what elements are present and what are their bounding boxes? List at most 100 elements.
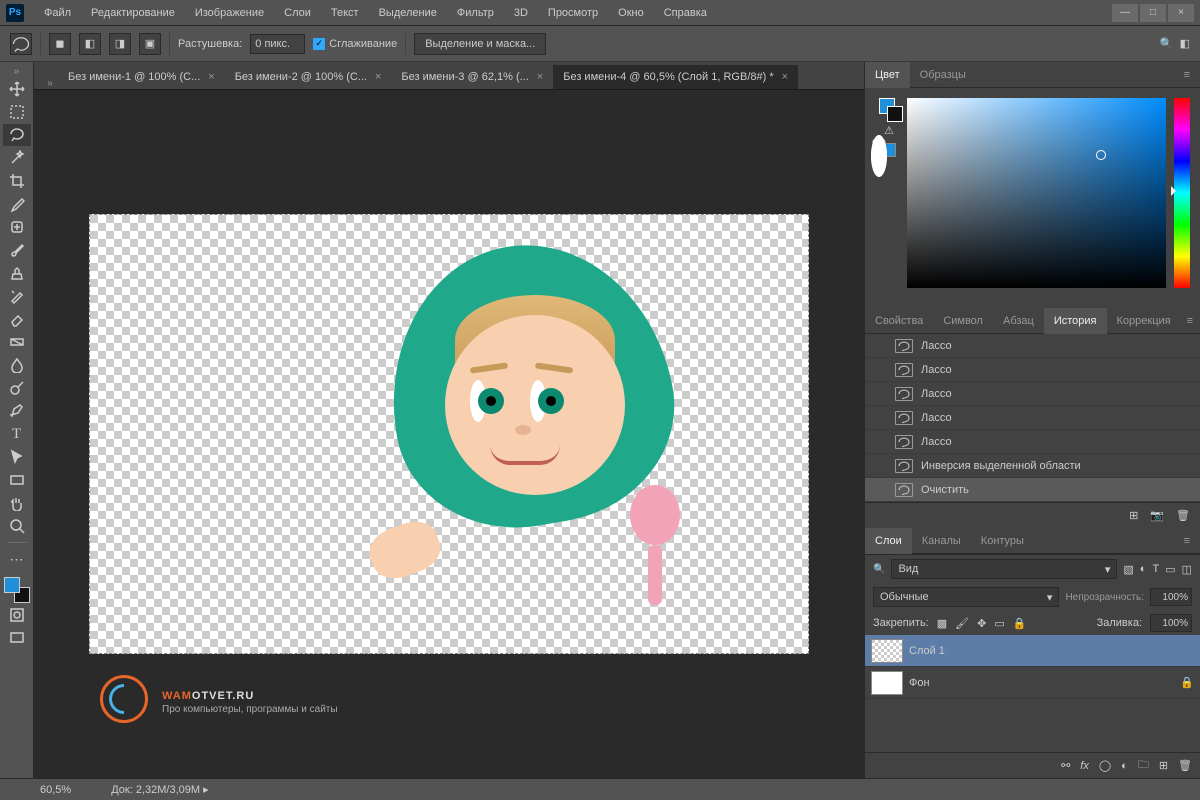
history-step[interactable]: Инверсия выделенной области <box>865 454 1200 478</box>
layer-thumbnail[interactable] <box>871 639 903 663</box>
menu-Слои[interactable]: Слои <box>274 3 321 23</box>
menu-Выделение[interactable]: Выделение <box>369 3 447 23</box>
selection-new-icon[interactable]: ◼ <box>49 33 71 55</box>
antialias-checkbox[interactable]: ✓ <box>313 38 325 50</box>
layer-name[interactable]: Фон <box>909 677 1174 689</box>
layer-name[interactable]: Слой 1 <box>909 645 1194 657</box>
close-tab-icon[interactable]: × <box>375 71 381 83</box>
layer-fx-icon[interactable]: fx <box>1080 760 1089 772</box>
menu-Справка[interactable]: Справка <box>654 3 717 23</box>
layer-group-icon[interactable]: 🗀 <box>1138 756 1149 775</box>
close-tab-icon[interactable]: × <box>782 71 788 83</box>
menu-Просмотр[interactable]: Просмотр <box>538 3 608 23</box>
panel-menu-icon[interactable]: ≡ <box>1178 535 1196 547</box>
selection-intersect-icon[interactable]: ▣ <box>139 33 161 55</box>
tab-Абзац[interactable]: Абзац <box>993 308 1044 334</box>
layer-row[interactable]: 👁Слой 1 <box>865 635 1200 667</box>
panel-menu-icon[interactable]: ≡ <box>1181 315 1199 327</box>
eyedropper-tool[interactable] <box>3 193 31 215</box>
tab-Коррекция[interactable]: Коррекция <box>1107 308 1181 334</box>
layer-row[interactable]: Фон🔒 <box>865 667 1200 699</box>
blur-tool[interactable] <box>3 354 31 376</box>
color-field[interactable] <box>907 98 1166 288</box>
document-tab[interactable]: Без имени-3 @ 62,1% (...× <box>391 65 553 89</box>
healing-brush-tool[interactable] <box>3 216 31 238</box>
pen-tool[interactable] <box>3 400 31 422</box>
close-tab-icon[interactable]: × <box>208 71 214 83</box>
brush-tool[interactable] <box>3 239 31 261</box>
menu-Окно[interactable]: Окно <box>608 3 654 23</box>
edit-toolbar-button[interactable]: ⋯ <box>3 548 31 570</box>
layer-mask-icon[interactable]: ◯ <box>1099 759 1111 772</box>
lock-artboard-icon[interactable]: ▭ <box>994 617 1004 630</box>
menu-3D[interactable]: 3D <box>504 3 538 23</box>
document-tab[interactable]: Без имени-2 @ 100% (С...× <box>225 65 392 89</box>
history-step[interactable]: Лассо <box>865 406 1200 430</box>
rectangle-tool[interactable] <box>3 469 31 491</box>
lock-position-icon[interactable]: ✥ <box>977 617 986 630</box>
history-step[interactable]: Очистить <box>865 478 1200 502</box>
hand-tool[interactable] <box>3 492 31 514</box>
tab-Свойства[interactable]: Свойства <box>865 308 933 334</box>
filter-smart-icon[interactable]: ◫ <box>1182 563 1192 576</box>
type-tool[interactable]: T <box>3 423 31 445</box>
filter-pixel-icon[interactable]: ▧ <box>1123 563 1133 576</box>
layer-filter-select[interactable]: Вид▾ <box>891 559 1117 579</box>
visibility-toggle-icon[interactable] <box>871 135 887 177</box>
delete-layer-icon[interactable]: 🗑 <box>1178 759 1192 772</box>
lock-pixels-icon[interactable]: 🖌 <box>955 617 969 630</box>
panel-menu-icon[interactable]: ≡ <box>1178 69 1196 81</box>
opacity-input[interactable] <box>1150 588 1192 606</box>
canvas-area[interactable]: WAMOTVET.RU Про компьютеры, программы и … <box>34 90 864 778</box>
window-close-button[interactable]: × <box>1168 4 1194 22</box>
canvas[interactable]: WAMOTVET.RU Про компьютеры, программы и … <box>89 214 809 654</box>
tab-color[interactable]: Цвет <box>865 62 910 88</box>
zoom-readout[interactable]: 60,5% <box>40 784 71 796</box>
color-swatches[interactable] <box>4 577 30 603</box>
quick-mask-button[interactable] <box>3 604 31 626</box>
history-step[interactable]: Лассо <box>865 334 1200 358</box>
lock-transparency-icon[interactable]: ▩ <box>937 617 947 630</box>
lasso-tool-preset[interactable] <box>10 33 32 55</box>
path-selection-tool[interactable] <box>3 446 31 468</box>
filter-type-icon[interactable]: T <box>1152 563 1159 576</box>
tab-Слои[interactable]: Слои <box>865 528 912 554</box>
blend-mode-select[interactable]: Обычные▾ <box>873 587 1059 607</box>
screen-mode-button[interactable] <box>3 627 31 649</box>
menu-Фильтр[interactable]: Фильтр <box>447 3 504 23</box>
lock-all-icon[interactable]: 🔒 <box>1013 617 1027 630</box>
lasso-tool[interactable] <box>3 124 31 146</box>
filter-adjust-icon[interactable]: ◐ <box>1140 563 1147 576</box>
close-tab-icon[interactable]: × <box>537 71 543 83</box>
adjustment-layer-icon[interactable]: ◐ <box>1121 760 1128 772</box>
tab-Символ[interactable]: Символ <box>933 308 993 334</box>
history-step[interactable]: Лассо <box>865 358 1200 382</box>
eraser-tool[interactable] <box>3 308 31 330</box>
menu-Файл[interactable]: Файл <box>34 3 81 23</box>
search-icon[interactable]: 🔍 <box>1160 37 1174 50</box>
gradient-tool[interactable] <box>3 331 31 353</box>
trash-icon[interactable]: 🗑 <box>1176 509 1190 522</box>
selection-subtract-icon[interactable]: ◨ <box>109 33 131 55</box>
menu-Редактирование[interactable]: Редактирование <box>81 3 185 23</box>
selection-add-icon[interactable]: ◧ <box>79 33 101 55</box>
history-step[interactable]: Лассо <box>865 430 1200 454</box>
snapshot-icon[interactable]: 📷 <box>1150 509 1164 522</box>
panel-swatches[interactable] <box>879 98 899 118</box>
tab-Контуры[interactable]: Контуры <box>971 528 1034 554</box>
menu-Изображение[interactable]: Изображение <box>185 3 274 23</box>
tab-История[interactable]: История <box>1044 308 1107 334</box>
tab-swatches[interactable]: Образцы <box>910 62 976 88</box>
new-layer-icon[interactable]: ⊞ <box>1159 759 1168 772</box>
menu-Текст[interactable]: Текст <box>321 3 369 23</box>
link-layers-icon[interactable]: ⚯ <box>1061 759 1070 772</box>
hue-slider[interactable] <box>1174 98 1190 288</box>
feather-input[interactable] <box>250 34 305 54</box>
marquee-tool[interactable] <box>3 101 31 123</box>
fill-input[interactable] <box>1150 614 1192 632</box>
filter-shape-icon[interactable]: ▭ <box>1165 563 1175 576</box>
select-and-mask-button[interactable]: Выделение и маска... <box>414 33 546 55</box>
history-brush-tool[interactable] <box>3 285 31 307</box>
history-step[interactable]: Лассо <box>865 382 1200 406</box>
window-maximize-button[interactable]: □ <box>1140 4 1166 22</box>
